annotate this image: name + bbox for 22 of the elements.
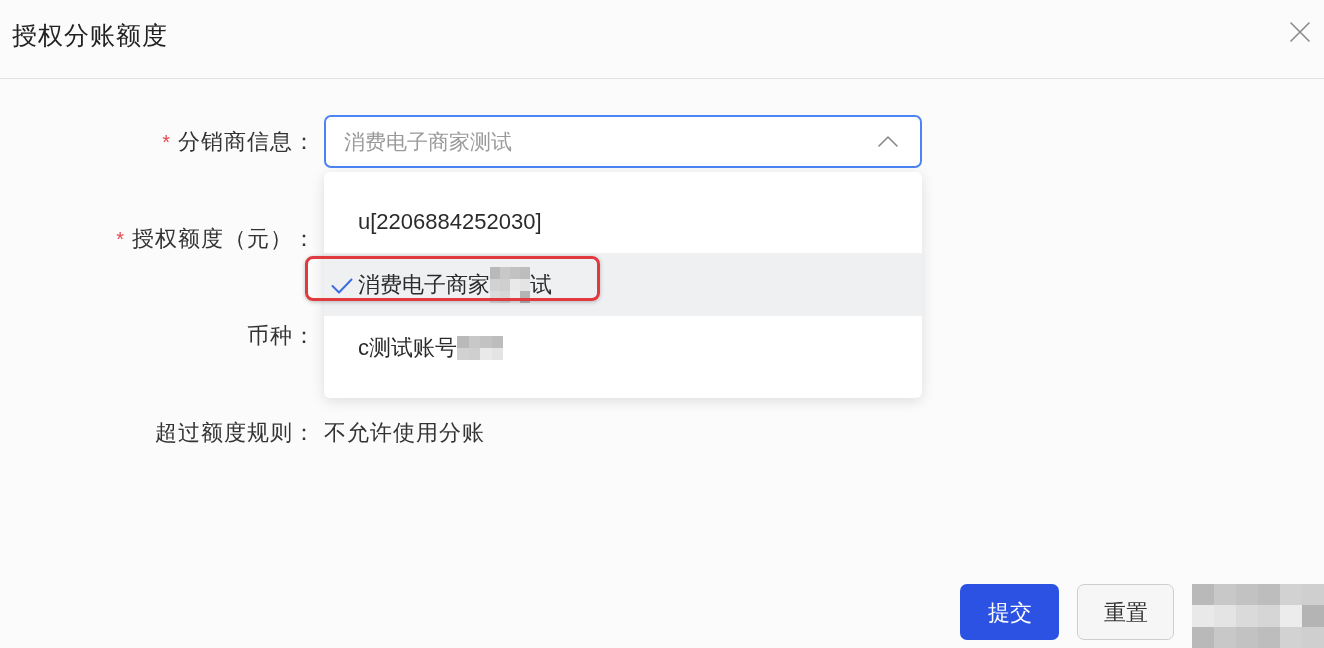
select-value: 消费电子商家测试: [344, 128, 512, 155]
field-value: 不允许使用分账: [324, 419, 485, 447]
dialog-title: 授权分账额度: [12, 20, 168, 52]
dropdown-option[interactable]: u[2206884252030]: [324, 190, 922, 253]
submit-button[interactable]: 提交: [960, 584, 1059, 640]
chevron-icon: [878, 136, 898, 147]
required-asterisk: *: [116, 228, 124, 249]
reset-button[interactable]: 重置: [1077, 584, 1174, 640]
dropdown-option[interactable]: 消费电子商家 试: [324, 253, 922, 316]
field-label: 币种：: [247, 322, 316, 350]
field-label: 超过额度规则：: [155, 419, 316, 447]
option-label: u[2206884252030]: [358, 208, 542, 236]
option-label: 试: [530, 271, 552, 299]
check-icon: [331, 278, 353, 294]
dropdown-option[interactable]: c测试账号: [324, 316, 922, 379]
close-icon: [1290, 22, 1310, 42]
option-label: 消费电子商家: [358, 271, 490, 299]
option-label: c测试账号: [358, 334, 457, 362]
field-label: 分销商信息：: [178, 128, 316, 156]
field-label: 授权额度（元）：: [132, 225, 316, 253]
required-asterisk: *: [162, 131, 170, 152]
close-button[interactable]: [1290, 22, 1310, 42]
